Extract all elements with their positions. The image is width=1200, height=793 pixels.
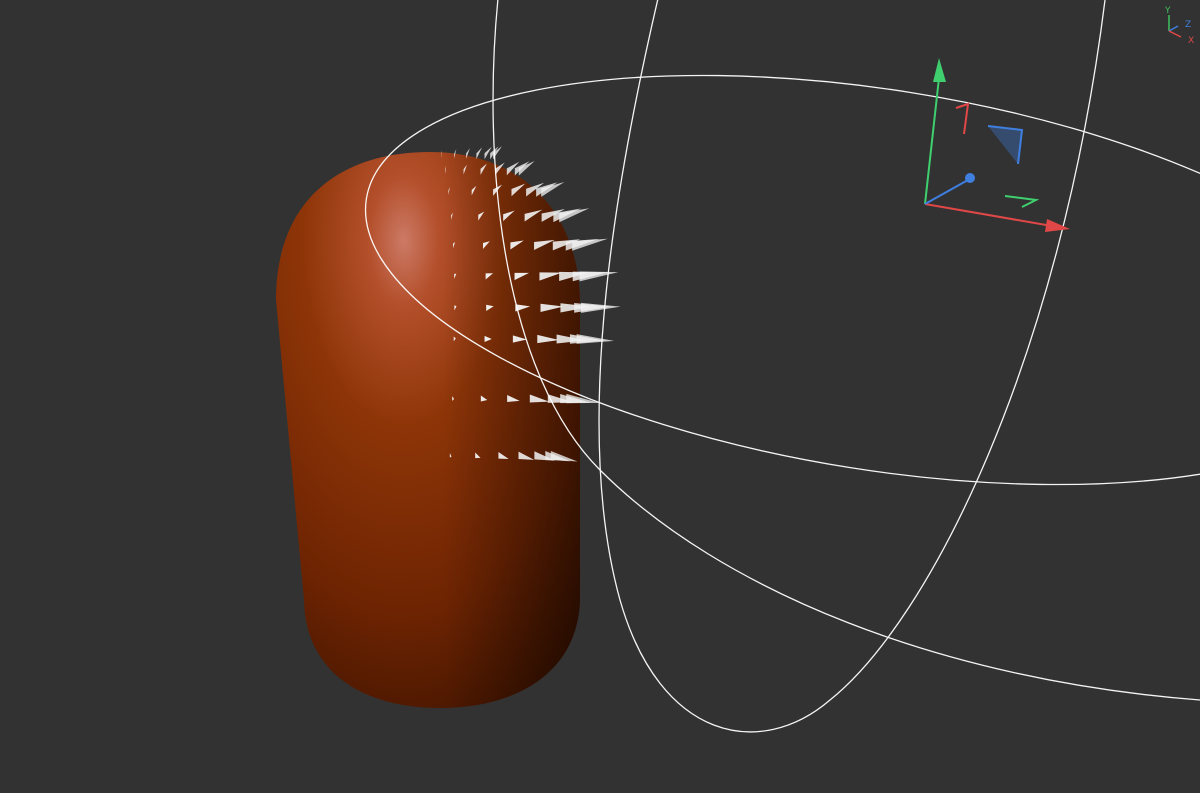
gizmo-x-arrow[interactable] — [1045, 219, 1070, 232]
meridian-ring-right[interactable] — [598, 0, 1106, 733]
gizmo-y-axis[interactable] — [924, 77, 940, 205]
gizmo-y-arrow[interactable] — [933, 58, 946, 82]
view-axis-y-label: Y — [1164, 6, 1171, 16]
gizmo-z-handle[interactable] — [965, 173, 975, 183]
normal-spike — [579, 271, 619, 282]
view-axis-z-line — [1168, 25, 1179, 32]
gizmo-rotate-z-handle[interactable] — [987, 125, 1024, 165]
view-axis-x-label: X — [1188, 36, 1194, 46]
normal-spike — [566, 393, 600, 404]
gizmo-x-axis[interactable] — [924, 203, 1053, 227]
gizmo-rotate-x-handle[interactable] — [955, 102, 970, 135]
normal-spike — [581, 302, 621, 313]
normal-spike — [576, 334, 615, 344]
view-axis-x-line — [1168, 30, 1182, 38]
scene-canvas[interactable] — [0, 0, 1200, 789]
view-axes-indicator: Y Z X — [1164, 6, 1194, 46]
normal-spike — [476, 147, 482, 160]
gizmo-rotate-y-handle[interactable] — [1004, 195, 1040, 208]
transform-gizmo[interactable] — [924, 58, 1070, 232]
3d-viewport[interactable]: Y Z X — [0, 0, 1200, 789]
capsule-mesh[interactable] — [276, 152, 580, 708]
meridian-ring-left[interactable] — [492, 0, 1200, 701]
gizmo-z-axis[interactable] — [924, 179, 969, 205]
view-axis-z-label: Z — [1185, 20, 1191, 30]
